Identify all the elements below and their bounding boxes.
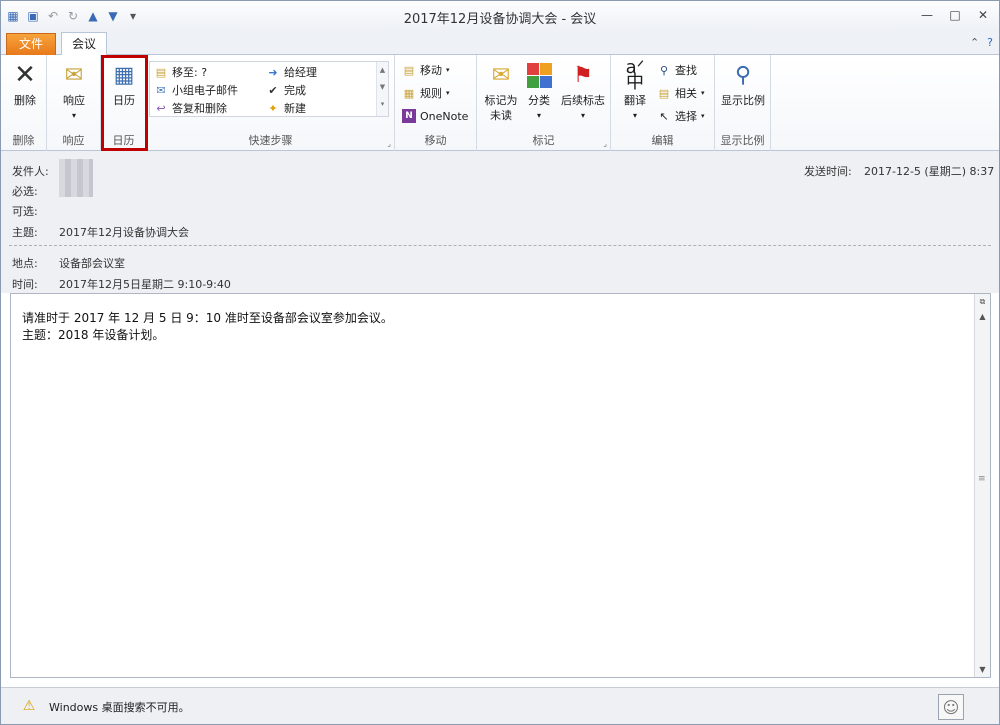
move-folder-icon: ▤ [155, 65, 167, 79]
subject-value: 2017年12月设备协调大会 [59, 226, 189, 239]
delete-button[interactable]: ✕ 删除 [7, 59, 43, 108]
vertical-scrollbar[interactable]: ⧉ ▲ ≡ ▼ [974, 294, 990, 677]
quick-step-reply-delete[interactable]: ↩ 答复和删除 [154, 99, 227, 117]
related-button[interactable]: ▤ 相关 ▾ [657, 84, 705, 102]
follow-up-button[interactable]: ⚑ 后续标志 ▾ [557, 59, 609, 123]
group-respond: ✉ 响应 ▾ 响应 [47, 55, 101, 151]
dialog-launcher-icon[interactable]: ⌟ [387, 139, 391, 148]
to-manager-icon: ➜ [268, 65, 278, 79]
onenote-icon: N [402, 109, 416, 123]
location-value: 设备部会议室 [59, 257, 125, 270]
dropdown-arrow-icon: ▾ [580, 111, 585, 120]
group-move: ▤ 移动 ▾ ▦ 规则 ▾ N OneNote 移动 [395, 55, 477, 151]
people-pane-icon[interactable]: ☺ [938, 694, 964, 720]
time-value: 2017年12月5日星期二 9:10-9:40 [59, 278, 231, 291]
body-line-1: 请准时于 2017 年 12 月 5 日 9：10 准时至设备部会议室参加会议。 [22, 311, 393, 325]
quick-step-to-manager[interactable]: ➜ 给经理 [266, 63, 317, 81]
maximize-icon[interactable]: □ [947, 7, 963, 23]
related-icon: ▤ [658, 86, 670, 100]
move-button[interactable]: ▤ 移动 ▾ [402, 61, 450, 79]
close-icon[interactable]: ✕ [975, 7, 991, 23]
checkmark-icon: ✔ [268, 83, 278, 97]
dialog-launcher-icon[interactable]: ⌟ [603, 139, 607, 148]
find-button[interactable]: ⚲ 查找 [657, 61, 697, 79]
calendar-highlight-box [101, 55, 148, 151]
minimize-icon[interactable]: — [919, 7, 935, 23]
location-label: 地点: [12, 257, 38, 270]
magnifier-icon: ⚲ [734, 62, 752, 88]
quick-step-new[interactable]: ✦ 新建 [266, 99, 306, 117]
group-delete: ✕ 删除 删除 [1, 55, 47, 151]
ribbon: ✕ 删除 删除 ✉ 响应 ▾ 响应 ▦ 日历 日历 ▤ 移至: ? ✉ 小组电子… [1, 55, 999, 151]
ribbon-tabs: 文件 会议 ⌃ ? [1, 31, 999, 56]
group-editing: aᐟ中 翻译 ▾ ⚲ 查找 ▤ 相关 ▾ ↖ 选择 ▾ 编辑 [611, 55, 715, 151]
minimize-ribbon-icon[interactable]: ⌃ [970, 36, 979, 49]
outlook-meeting-window: ▦ ▣ ↶ ↻ ▲ ▼ ▾ 2017年12月设备协调大会 - 会议 — □ ✕ … [0, 0, 1000, 725]
respond-button[interactable]: ✉ 响应 ▾ [56, 59, 92, 123]
zoom-button[interactable]: ⚲ 显示比例 [717, 59, 769, 108]
subject-label: 主题: [12, 226, 38, 239]
dropdown-arrow-icon: ▾ [632, 111, 637, 120]
quick-steps-scrollbar[interactable]: ▲ ▼ ▾ [376, 62, 388, 116]
quick-step-move-to[interactable]: ▤ 移至: ? [154, 63, 207, 81]
respond-envelope-icon: ✉ [64, 62, 84, 88]
status-text: Windows 桌面搜索不可用。 [49, 701, 190, 714]
status-bar: ⚠ Windows 桌面搜索不可用。 ☺ [1, 687, 999, 724]
dropdown-arrow-icon: ▾ [536, 111, 541, 120]
move-icon: ▤ [403, 63, 415, 77]
select-button[interactable]: ↖ 选择 ▾ [657, 107, 704, 125]
body-line-2: 主题：2018 年设备计划。 [22, 328, 165, 342]
warning-icon: ⚠ [22, 698, 36, 714]
team-email-icon: ✉ [156, 83, 166, 97]
tab-file[interactable]: 文件 [6, 33, 56, 55]
from-label: 发件人: [12, 165, 49, 178]
quick-step-team-email[interactable]: ✉ 小组电子邮件 [154, 81, 238, 99]
optional-label: 可选: [12, 205, 38, 218]
scroll-thumb-grip-icon[interactable]: ≡ [978, 474, 986, 484]
split-view-icon[interactable]: ⧉ [975, 294, 990, 309]
group-tags: ✉ 标记为 未读 分类 ▾ ⚑ 后续标志 ▾ 标记 ⌟ [477, 55, 611, 151]
translate-button[interactable]: aᐟ中 翻译 ▾ [617, 59, 653, 123]
group-zoom: ⚲ 显示比例 显示比例 [715, 55, 771, 151]
red-flag-icon: ⚑ [573, 62, 593, 88]
onenote-button[interactable]: N OneNote [402, 107, 468, 125]
window-controls: — □ ✕ [919, 7, 991, 23]
title-bar: ▦ ▣ ↶ ↻ ▲ ▼ ▾ 2017年12月设备协调大会 - 会议 — □ ✕ [1, 1, 999, 31]
scroll-up-icon[interactable]: ▲ [975, 309, 990, 324]
scroll-down-icon[interactable]: ▼ [975, 662, 990, 677]
tab-meeting[interactable]: 会议 [61, 32, 107, 56]
sender-redacted [59, 159, 93, 197]
group-quick-steps: ▤ 移至: ? ✉ 小组电子邮件 ↩ 答复和删除 ➜ 给经理 ✔ 完成 ✦ 新建 ▲ ▼ ▾ 快… [147, 55, 395, 151]
reply-delete-icon: ↩ [156, 101, 166, 115]
required-label: 必选: [12, 185, 38, 198]
message-body[interactable]: 请准时于 2017 年 12 月 5 日 9：10 准时至设备部会议室参加会议。… [10, 293, 991, 678]
rules-icon: ▦ [403, 86, 415, 100]
categorize-button[interactable]: 分类 ▾ [523, 59, 555, 123]
binoculars-icon: ⚲ [659, 63, 669, 77]
rules-button[interactable]: ▦ 规则 ▾ [402, 84, 450, 102]
delete-x-icon: ✕ [14, 59, 36, 90]
quick-step-done[interactable]: ✔ 完成 [266, 81, 306, 99]
time-label: 时间: [12, 278, 38, 291]
sent-label: 发送时间: [804, 165, 852, 178]
quick-steps-gallery: ▤ 移至: ? ✉ 小组电子邮件 ↩ 答复和删除 ➜ 给经理 ✔ 完成 ✦ 新建 ▲ ▼ ▾ [149, 61, 389, 117]
header-divider [9, 245, 991, 246]
help-icon[interactable]: ? [987, 36, 993, 49]
dropdown-arrow-icon: ▾ [71, 111, 76, 120]
unread-envelope-icon: ✉ [491, 62, 511, 88]
message-header: 发件人: 必选: 可选: 主题: 2017年12月设备协调大会 发送时间: 20… [1, 151, 999, 293]
sent-value: 2017-12-5 (星期二) 8:37 [864, 165, 995, 178]
cursor-icon: ↖ [659, 109, 669, 123]
window-title: 2017年12月设备协调大会 - 会议 [403, 12, 597, 27]
categorize-icon [523, 59, 555, 91]
mark-unread-button[interactable]: ✉ 标记为 未读 [479, 59, 523, 123]
new-quick-step-icon: ✦ [268, 101, 278, 115]
translate-icon: aᐟ中 [625, 57, 645, 93]
